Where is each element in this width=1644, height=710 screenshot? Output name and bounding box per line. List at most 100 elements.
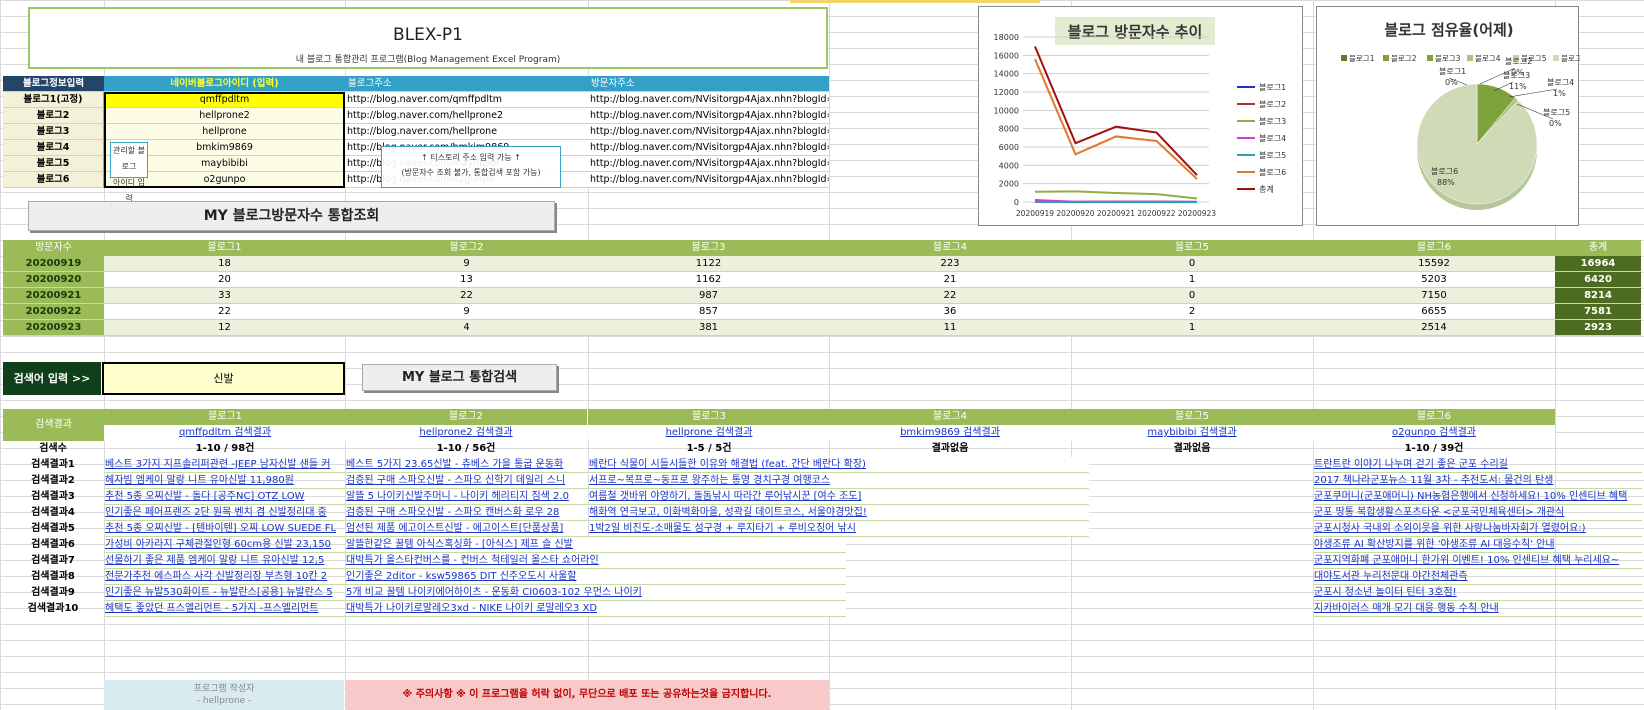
author-box: 프로그램 작성자 - hellprone - [104, 680, 344, 710]
blog-id-input[interactable]: hellprone [104, 124, 345, 140]
results-blog-link[interactable]: hellprone 검색결과 [588, 425, 830, 441]
result-link[interactable]: 군포시 청소년 놀이터 틴터 3호점! [1314, 585, 1642, 601]
y-tick-label: 2000 [999, 180, 1019, 189]
result-link[interactable]: 추천 5종 오찌신발 - 돌다 [공주NC] OTZ LOW [105, 489, 345, 505]
stats-date: 20200921 [3, 288, 104, 304]
stats-cell: 4 [345, 320, 588, 336]
result-link[interactable]: 해화역 연극보고, 이화벽화마을, 성곽길 데이트코스, 서울야경맛집! [589, 505, 1089, 521]
result-link[interactable]: 검증된 구매 스파오신발 - 스파오 캔버스화 로우 28 [346, 505, 588, 521]
result-row-label: 검색결과2 [31, 475, 75, 486]
results-blog-header: 블로그4 [829, 409, 1071, 425]
stats-cell: 381 [588, 320, 829, 336]
stats-cell: 36 [829, 304, 1071, 320]
results-count-label: 검색수 [39, 443, 67, 454]
top-highlight-strip [790, 0, 1040, 3]
stats-cell: 22 [345, 288, 588, 304]
spreadsheet: BLEX-P1 내 블로그 통합관리 프로그램(Blog Management … [0, 0, 1644, 710]
stats-cell: 22 [829, 288, 1071, 304]
stats-date: 20200919 [3, 256, 104, 272]
legend-label: 블로그3 [1259, 116, 1286, 126]
stats-cell: 9 [345, 256, 588, 272]
result-link[interactable]: 서프로~복프로~동프로 왕주하는 통영 경치구경 여행코스 [589, 473, 1089, 489]
results-blog-header: 블로그3 [588, 409, 830, 425]
legend-label: 블로그6 [1259, 167, 1286, 177]
stats-cell: 1162 [588, 272, 829, 288]
pie-legend-swatch [1341, 55, 1347, 61]
result-link[interactable]: 군포지역화폐 군포애머니 한가위 이벤트! 10% 인센티브 혜택 누리세요~ [1314, 553, 1642, 569]
series-line-블로그6 [1034, 58, 1198, 180]
result-link[interactable]: 추천 5종 오찌신발 - [텐바이텐] 오찌 LOW SUEDE FL [105, 521, 345, 537]
result-link[interactable]: 대야도서관 누리천문대 야간천체관측 [1314, 569, 1642, 585]
stats-cell: 13 [345, 272, 588, 288]
result-link[interactable]: 베스트 3가지 지프솔리퍼관련 -JEEP 남자신발 샌들 커 [105, 457, 345, 473]
result-link[interactable]: 대박특가 나이키로말레오3xd - NIKE 나이키 로말레오3 XD [346, 601, 846, 617]
chart-title: 블로그 방문자수 추이 [1068, 23, 1203, 41]
series-line-블로그3 [1034, 190, 1198, 200]
results-blog-link[interactable]: qmffpdltm 검색결과 [104, 425, 346, 441]
result-link[interactable]: 엄선된 제품 에고이스트신발 - 에고이스트[단품상품] [346, 521, 588, 537]
stats-cell: 21 [829, 272, 1071, 288]
pie-slice-pct: 0% [1549, 119, 1562, 128]
result-link[interactable]: 베란다 식물이 시들시들한 이유와 해결법 (feat. 간단 베란다 확장) [589, 457, 1089, 473]
pie-legend-label: 블로그1 [1349, 54, 1375, 63]
result-row-label: 검색결과5 [31, 523, 75, 534]
y-tick-label: 4000 [999, 161, 1019, 170]
results-blog-link[interactable]: bmkim9869 검색결과 [829, 425, 1071, 441]
info-header-label: 블로그정보입력 [3, 76, 104, 92]
y-tick-label: 0 [1014, 198, 1019, 207]
y-tick-label: 10000 [994, 106, 1019, 115]
blog-visitor-url: http://blog.naver.com/NVisitorgp4Ajax.nh… [588, 156, 829, 172]
search-button[interactable]: MY 블로그 통합검색 [362, 364, 557, 391]
result-link[interactable]: 가성비 아카라지 구체관절인형 60cm용 신발 23,150 [105, 537, 345, 553]
stats-header: 총계 [1555, 240, 1641, 256]
search-input[interactable]: 신발 [102, 362, 345, 395]
stats-cell: 1122 [588, 256, 829, 272]
stats-cell: 20 [104, 272, 345, 288]
result-link[interactable]: 대박특가 올스타컨버스를 - 컨버스 척테일러 올스타 쇼어라인 [346, 553, 846, 569]
result-link[interactable]: 여름철 갯바위 야영하기, 돌돔낚시 따라간 루어낚시꾼 [여수 조도] [589, 489, 1089, 505]
result-link[interactable]: 검증된 구매 스파오신발 - 스파오 신학기 데일리 스니 [346, 473, 588, 489]
result-link[interactable]: 헤자빔 엠케이 말랑 니트 유아신발 11,980원 [105, 473, 345, 489]
result-link[interactable]: 1박2일 비진도-소매물도 섬구경 + 루지타기 + 루비오징어 낚시 [589, 521, 1089, 537]
result-link[interactable]: 알뜰 5 나이키신발주머니 - 나이키 헤리티지 짐색 2.0 [346, 489, 588, 505]
stats-cell: 18 [104, 256, 345, 272]
results-count: 1-5 / 5건 [686, 443, 732, 454]
result-link[interactable]: 선물하기 좋은 제품 엠케이 말랑 니트 유아신발 12,5 [105, 553, 345, 569]
result-link[interactable]: 베스트 5가지 23.65신발 - 츄베스 가을 통굽 운동화 [346, 457, 588, 473]
blog-id-input[interactable]: qmffpdltm [104, 92, 345, 108]
pie-legend-swatch [1467, 55, 1473, 61]
result-link[interactable]: 군포쿠머니(군포애머니) NH농협은행에서 신청하세요! 10% 인센티브 혜택 [1314, 489, 1642, 505]
stats-date: 20200922 [3, 304, 104, 320]
stats-header: 블로그6 [1313, 240, 1555, 256]
result-link[interactable]: 야생조류 AI 확산방지를 위한 '야생조류 AI 대응수칙' 안내 [1314, 537, 1642, 553]
result-link[interactable]: 5개 비교 꿀템 나이키에어하이츠 - 운동화 CI0603-102 우먼스 나… [346, 585, 846, 601]
app-subtitle: 내 블로그 통합관리 프로그램(Blog Management Excel Pr… [295, 55, 561, 65]
blog-visitor-url: http://blog.naver.com/NVisitorgp4Ajax.nh… [588, 172, 829, 188]
result-link[interactable]: 트란트란 이야기 나누며 걷기 좋은 군포 수리길 [1314, 457, 1642, 473]
result-link[interactable]: 지카바이러스 매개 모기 대응 행동 수칙 안내 [1314, 601, 1642, 617]
result-link[interactable]: 인기좋은 뉴발530화이트 - 뉴발란스[공용] 뉴발란스 5 [105, 585, 345, 601]
results-count: 1-10 / 98건 [195, 443, 255, 454]
result-link[interactable]: 2017 책나라군포뉴스 11월 3차 - 추천도서: 물건의 탄생 [1314, 473, 1642, 489]
result-link[interactable]: 헤택도 좋았던 프스엘리먼트 - 5가지 -프스엘리먼트 [105, 601, 345, 617]
stats-total: 16964 [1555, 256, 1641, 272]
result-link[interactable]: 인기좋은 페어프랜즈 2단 원목 벤치 겸 신발정리대 중 [105, 505, 345, 521]
author-name: - hellprone - [196, 696, 252, 706]
results-blog-link[interactable]: o2gunpo 검색결과 [1313, 425, 1555, 441]
results-blog-link[interactable]: maybibibi 검색결과 [1071, 425, 1313, 441]
results-count: 1-10 / 56건 [436, 443, 496, 454]
visitor-query-button[interactable]: MY 블로그방문자수 통합조회 [28, 201, 555, 231]
blog-id-input[interactable]: hellprone2 [104, 108, 345, 124]
result-link[interactable]: 군포 땅통 복합생활스포츠타운 <군포국민체육센터> 개관식 [1314, 505, 1642, 521]
y-tick-label: 6000 [999, 143, 1019, 152]
pie-slice-label: 블로그5 [1543, 107, 1570, 117]
legend-label: 블로그5 [1259, 150, 1286, 160]
stats-date: 20200923 [3, 320, 104, 336]
blog-address: http://blog.naver.com/hellprone [345, 124, 588, 140]
result-link[interactable]: 전문가추천 에스파스 사각 신발정리장 부츠형 10칸 2 [105, 569, 345, 585]
result-link[interactable]: 알뜰한같은 꿀템 아식스혹싱화 - [아식스] 제프 슬 신발 [346, 537, 846, 553]
results-blog-link[interactable]: hellprone2 검색결과 [345, 425, 587, 441]
result-link[interactable]: 인기좋은 2ditor - ksw59865 DIT 신주오도시 사울할 [346, 569, 846, 585]
stats-cell: 223 [829, 256, 1071, 272]
result-link[interactable]: 군포시청사 국내외 소외이웃을 위한 사랑나눔바자회가 열렸어요:) [1314, 521, 1642, 537]
